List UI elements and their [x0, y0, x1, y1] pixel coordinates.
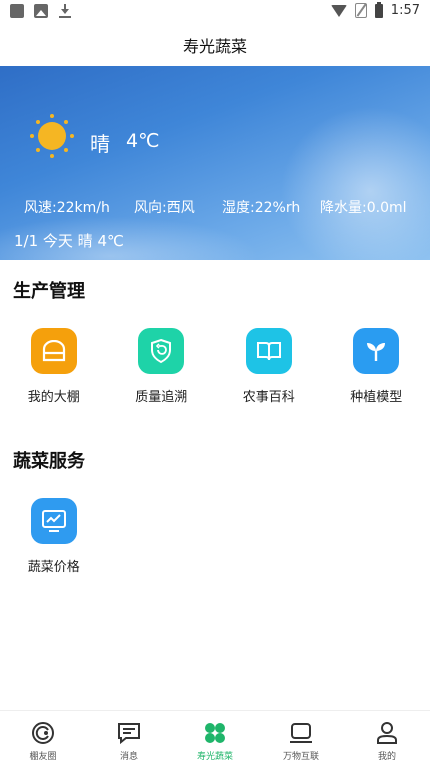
no-sim-icon — [355, 3, 367, 18]
vegetable-price-button[interactable]: 蔬菜价格 — [0, 498, 108, 575]
weather-date-line: 1/1 今天 晴 4℃ — [14, 230, 124, 251]
nav-item-messages[interactable]: 消息 — [86, 711, 172, 766]
download-icon — [58, 4, 72, 18]
nav-label-circle: 棚友圈 — [29, 749, 56, 762]
shield-trace-icon — [138, 328, 184, 374]
devices-icon — [289, 721, 313, 745]
nav-item-profile[interactable]: 我的 — [344, 711, 430, 766]
bottom-nav: 棚友圈 消息 寿光蔬菜 万物互联 我的 — [0, 710, 430, 766]
nav-item-circle[interactable]: 棚友圈 — [0, 711, 86, 766]
image-notification-icon — [34, 4, 48, 18]
planting-model-button[interactable]: 种植模型 — [323, 328, 430, 405]
notification-square-icon — [10, 4, 24, 18]
my-greenhouse-label: 我的大棚 — [28, 386, 80, 405]
farming-encyclopedia-button[interactable]: 农事百科 — [215, 328, 323, 405]
vegetable-section-title: 蔬菜服务 — [13, 447, 85, 473]
profile-icon — [375, 721, 399, 745]
nav-label-iot: 万物互联 — [283, 749, 319, 762]
vegetable-grid: 蔬菜价格 — [0, 498, 430, 575]
quality-trace-label: 质量追溯 — [135, 386, 187, 405]
quality-trace-button[interactable]: 质量追溯 — [108, 328, 216, 405]
planting-model-label: 种植模型 — [350, 386, 402, 405]
nav-label-home: 寿光蔬菜 — [197, 749, 233, 762]
weather-banner: 晴 4℃ 风速:22km/h 风向:西风 湿度:22%rh 降水量:0.0ml … — [0, 66, 430, 260]
greenhouse-icon — [31, 328, 77, 374]
precipitation: 降水量:0.0ml — [320, 197, 407, 217]
my-greenhouse-button[interactable]: 我的大棚 — [0, 328, 108, 405]
nav-item-iot[interactable]: 万物互联 — [258, 711, 344, 766]
price-chart-icon — [31, 498, 77, 544]
nav-label-messages: 消息 — [120, 749, 138, 762]
production-grid: 我的大棚 质量追溯 农事百科 种植模型 — [0, 328, 430, 405]
status-bar: 1:57 — [0, 0, 430, 24]
vegetable-price-label: 蔬菜价格 — [28, 556, 80, 575]
circle-icon — [31, 721, 55, 745]
production-section-title: 生产管理 — [13, 277, 85, 303]
nav-label-profile: 我的 — [378, 749, 396, 762]
message-icon — [117, 721, 141, 745]
page-title: 寿光蔬菜 — [0, 24, 430, 66]
humidity: 湿度:22%rh — [222, 197, 320, 217]
wifi-icon — [331, 5, 347, 17]
sun-icon — [32, 116, 72, 156]
weather-condition: 晴 — [90, 128, 110, 157]
wind-direction: 风向:西风 — [134, 197, 222, 217]
status-time: 1:57 — [391, 3, 420, 18]
weather-temperature: 4℃ — [126, 130, 159, 152]
book-icon — [246, 328, 292, 374]
clover-icon — [203, 721, 227, 745]
sprout-icon — [353, 328, 399, 374]
nav-item-home[interactable]: 寿光蔬菜 — [172, 711, 258, 766]
wind-speed: 风速:22km/h — [24, 197, 134, 217]
farming-encyclopedia-label: 农事百科 — [243, 386, 295, 405]
battery-icon — [375, 4, 383, 18]
